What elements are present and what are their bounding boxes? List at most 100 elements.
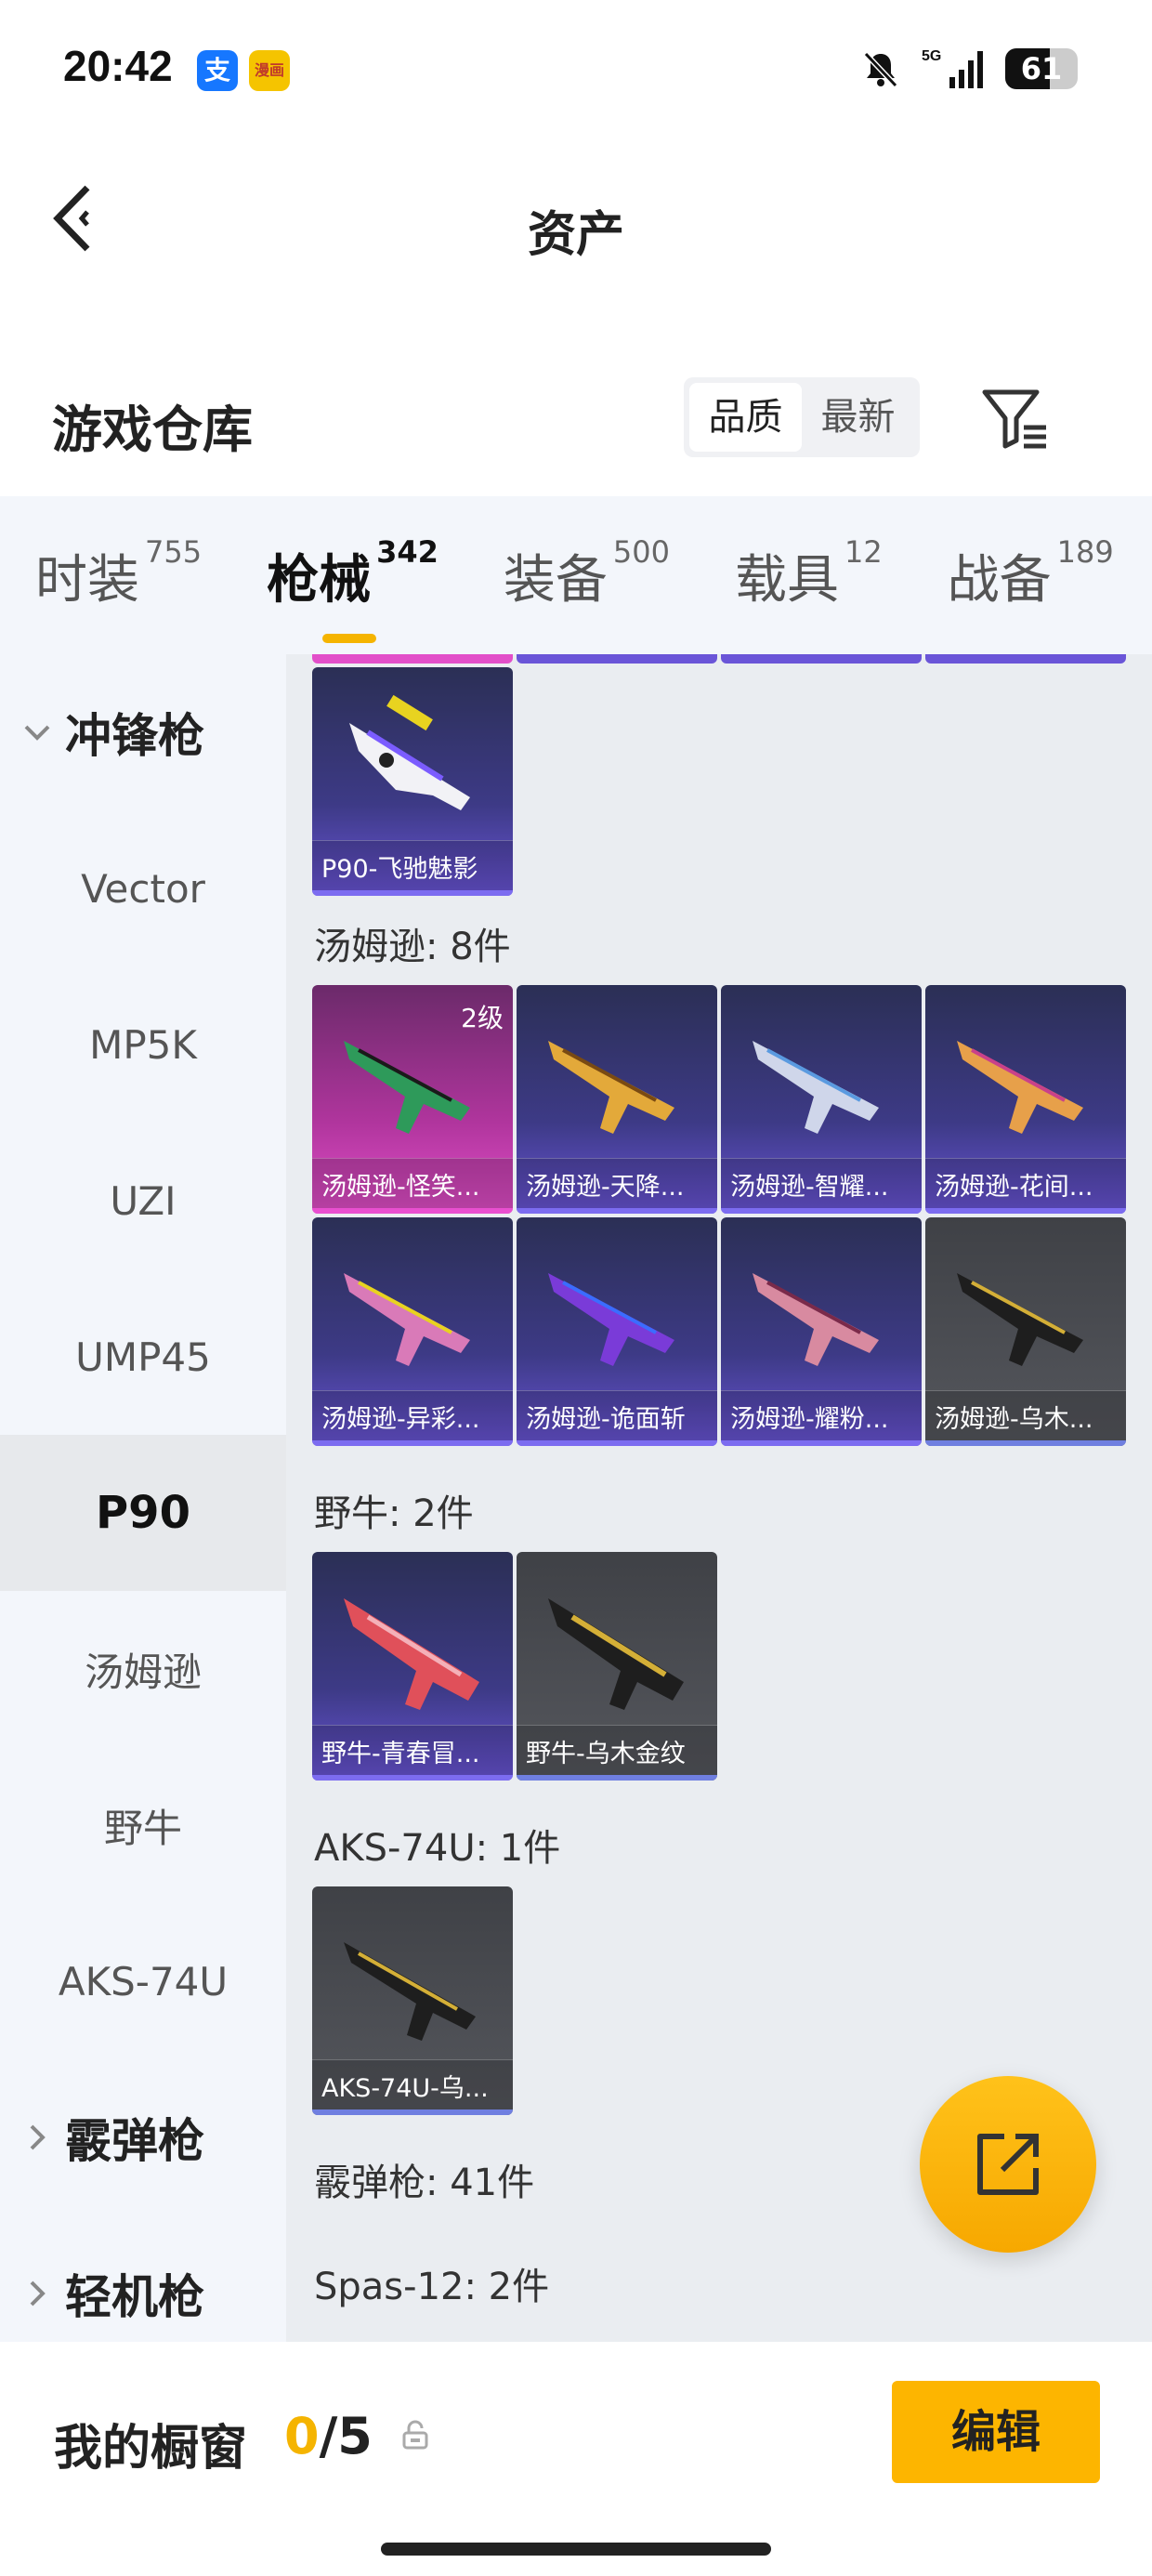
active-tab-indicator <box>322 633 377 643</box>
lock-icon <box>402 2420 428 2450</box>
section-header-shotgun: 霰弹枪: 41件 <box>314 2162 535 2204</box>
weapon-card[interactable]: 野牛-青春冒... <box>312 1552 513 1781</box>
5g-signal-icon: 5G <box>922 48 983 88</box>
home-indicator[interactable] <box>381 2543 771 2556</box>
aks74u-skin-icon <box>344 1942 476 2041</box>
card-peek <box>925 654 1126 664</box>
tab-equipment[interactable]: 装备 500 <box>503 534 670 613</box>
alipay-notification-icon: 支 <box>197 50 238 91</box>
weapon-card[interactable]: 汤姆逊-异彩... <box>312 1217 513 1446</box>
battery-icon: 61 <box>1005 48 1078 89</box>
sort-quality-button[interactable]: 品质 <box>689 383 802 452</box>
showcase-title: 我的橱窗 <box>54 2421 248 2477</box>
weapon-card[interactable]: 汤姆逊-花间... <box>925 985 1126 1214</box>
tab-count: 342 <box>376 533 439 570</box>
tab-vehicles[interactable]: 载具 12 <box>734 534 883 613</box>
weapon-card-label: AKS-74U-乌... <box>321 2074 489 2103</box>
warehouse-title: 游戏仓库 <box>52 401 253 459</box>
tab-fashion[interactable]: 时装 755 <box>35 534 202 613</box>
weapon-card-label: 汤姆逊-怪笑... <box>321 1173 480 1202</box>
section-header-thompson: 汤姆逊: 8件 <box>314 926 511 968</box>
weapon-card-label: P90-飞驰魅影 <box>321 855 478 884</box>
sidebar-item-aks74u[interactable]: AKS-74U <box>0 1903 286 2059</box>
sidebar-item-p90[interactable]: P90 <box>0 1435 286 1591</box>
weapon-card-label: 汤姆逊-乌木... <box>935 1405 1093 1434</box>
weapon-card[interactable]: 汤姆逊-天降... <box>517 985 717 1214</box>
warehouse-row: 游戏仓库 品质 最新 <box>0 353 1152 483</box>
showcase-bar: 我的橱窗 0/5 编辑 <box>0 2342 1152 2576</box>
sidebar-group-label: 霰弹枪 <box>65 2114 204 2168</box>
p90-skin-icon <box>349 694 470 810</box>
weapon-card[interactable]: 汤姆逊-乌木... <box>925 1217 1126 1446</box>
sidebar-group-label: 冲锋枪 <box>65 709 204 763</box>
bison-skin-icon <box>344 1598 479 1710</box>
top-header: 资产 <box>0 139 1152 307</box>
thompson-skin-icon <box>548 1041 674 1134</box>
weapon-card-label: 汤姆逊-异彩... <box>321 1405 480 1434</box>
tab-label: 装备 <box>503 549 608 611</box>
weapon-card-label: 野牛-乌木金纹 <box>526 1740 686 1768</box>
sidebar-group-smg[interactable]: 冲锋枪 <box>0 654 286 810</box>
thompson-skin-icon <box>753 1041 879 1134</box>
sort-toggle: 品质 最新 <box>684 377 920 457</box>
card-peek <box>517 654 717 664</box>
game-notification-icon: 漫画 <box>249 50 290 91</box>
showcase-count: 0/5 <box>284 2407 373 2465</box>
tab-count: 12 <box>844 533 883 570</box>
sidebar-item-ump45[interactable]: UMP45 <box>0 1279 286 1435</box>
thompson-skin-icon <box>548 1273 674 1366</box>
tab-label: 时装 <box>35 549 139 611</box>
weapon-card-label: 汤姆逊-耀粉... <box>730 1405 889 1434</box>
thompson-skin-icon <box>957 1041 1083 1134</box>
battery-level: 61 <box>1020 51 1063 86</box>
sidebar-group-label: 轻机枪 <box>65 2270 204 2324</box>
chevron-down-icon <box>24 725 50 741</box>
status-time: 20:42 <box>63 42 173 90</box>
thompson-skin-icon <box>753 1273 879 1366</box>
weapon-card-label: 汤姆逊-天降... <box>526 1173 685 1202</box>
thompson-skin-icon <box>344 1273 470 1366</box>
sidebar-item-uzi[interactable]: UZI <box>0 1123 286 1279</box>
sidebar-item-bison[interactable]: 野牛 <box>0 1747 286 1903</box>
weapon-level-badge: 2级 <box>461 1003 504 1033</box>
chevron-right-icon <box>30 2124 46 2150</box>
tab-combat-gear[interactable]: 战备 189 <box>947 534 1114 613</box>
page-title: 资产 <box>527 207 624 263</box>
tab-label: 枪械 <box>267 549 372 611</box>
status-icons: 5G 61 <box>860 43 1078 95</box>
weapon-card-label: 汤姆逊-诡面斩 <box>526 1405 686 1434</box>
bison-skin-icon <box>548 1598 684 1710</box>
weapon-card[interactable]: P90-飞驰魅影 <box>312 667 513 896</box>
weapon-card-label: 汤姆逊-花间... <box>935 1173 1093 1202</box>
tab-label: 战备 <box>947 549 1052 611</box>
tab-count: 189 <box>1056 533 1114 570</box>
chevron-right-icon <box>30 2280 46 2307</box>
weapon-card[interactable]: 汤姆逊-诡面斩 <box>517 1217 717 1446</box>
sidebar-item-thompson[interactable]: 汤姆逊 <box>0 1591 286 1747</box>
tab-count: 755 <box>145 533 203 570</box>
weapon-card[interactable]: 汤姆逊-智耀... <box>721 985 922 1214</box>
sort-newest-button[interactable]: 最新 <box>802 383 914 452</box>
showcase-total: /5 <box>319 2407 373 2465</box>
share-fab-button[interactable] <box>920 2076 1096 2253</box>
sidebar-group-shotgun[interactable]: 霰弹枪 <box>0 2059 286 2215</box>
weapon-card[interactable]: AKS-74U-乌... <box>312 1886 513 2115</box>
weapon-card-label: 汤姆逊-智耀... <box>730 1173 889 1202</box>
card-peek <box>721 654 922 664</box>
mute-bell-icon <box>863 51 898 88</box>
tab-count: 500 <box>612 533 670 570</box>
share-export-icon <box>977 2134 1039 2195</box>
card-peek <box>312 654 513 664</box>
showcase-used: 0 <box>284 2407 320 2465</box>
status-bar: 20:42 支 漫画 5G 61 <box>0 0 1152 139</box>
sidebar-item-mp5k[interactable]: MP5K <box>0 966 286 1123</box>
edit-button[interactable]: 编辑 <box>892 2381 1100 2483</box>
weapon-card[interactable]: 汤姆逊-耀粉... <box>721 1217 922 1446</box>
tab-label: 载具 <box>734 549 839 611</box>
tab-firearms[interactable]: 枪械 342 <box>267 534 439 643</box>
filter-icon[interactable] <box>981 387 1050 452</box>
weapon-card[interactable]: 2级 汤姆逊-怪笑... <box>312 985 513 1214</box>
sidebar-item-vector[interactable]: Vector <box>0 810 286 966</box>
weapon-card[interactable]: 野牛-乌木金纹 <box>517 1552 717 1781</box>
category-tabs: 时装 755 枪械 342 装备 500 载具 12 战备 189 <box>0 496 1152 654</box>
